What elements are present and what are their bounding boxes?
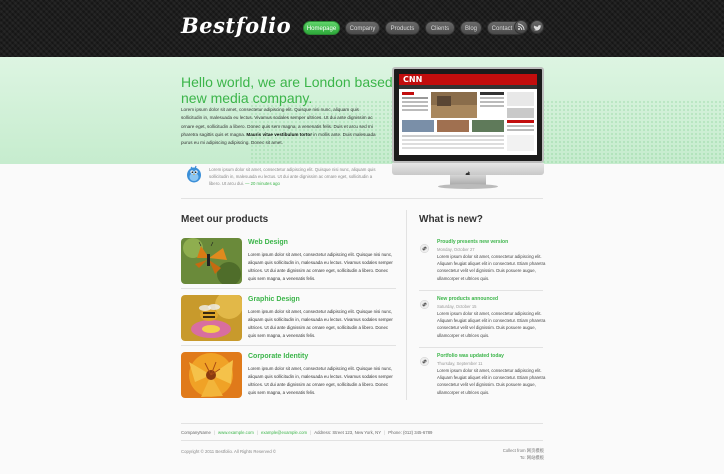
footer-credit-line-1[interactable]: Collect from 网页模板 xyxy=(496,447,544,454)
monitor-mockup: CNN xyxy=(392,67,544,191)
screen-content xyxy=(402,92,534,151)
news-title-3[interactable]: Portfolio was updated today xyxy=(437,353,504,359)
link-icon xyxy=(420,240,429,253)
tweet-time[interactable]: — 20 minutes ago xyxy=(245,181,280,186)
graphic-design-image[interactable] xyxy=(181,295,242,341)
nav-clients[interactable]: Clients xyxy=(425,21,455,35)
footer-company: CompanyName xyxy=(181,430,211,435)
product-text-web-design: Lorem ipsum dolor sit amet, consectetur … xyxy=(248,252,393,281)
column-divider xyxy=(406,210,407,400)
monitor-bezel: CNN xyxy=(392,67,544,163)
apple-logo-icon xyxy=(465,165,471,178)
hero-description: Lorem ipsum dolor sit amet, consectetur … xyxy=(181,106,381,147)
news-heading: What is new? xyxy=(419,214,483,225)
products-heading: Meet our products xyxy=(181,214,269,225)
footer-email-link[interactable]: example@example.com xyxy=(261,430,307,435)
monitor-screen: CNN xyxy=(399,74,537,155)
footer-address: Address: Street 123, New York, NY xyxy=(314,430,382,435)
tweet-body: Lorem ipsum dolor sit amet, consectetur … xyxy=(209,167,376,186)
nav-homepage[interactable]: Homepage xyxy=(303,21,340,35)
hero-heading: Hello world, we are London based new med… xyxy=(181,74,393,106)
footer-separator: | xyxy=(256,430,258,435)
news-text-2: Lorem ipsum dolor sit amet, consectetur … xyxy=(437,311,546,338)
twitter-icon[interactable] xyxy=(530,20,544,34)
product-divider xyxy=(181,288,396,289)
footer-credit: Collect from 网页模板 To: 网站模板 xyxy=(496,447,544,461)
site-logo[interactable]: Bestfolio xyxy=(181,13,291,38)
nav-company[interactable]: Company xyxy=(345,21,380,35)
rss-icon[interactable] xyxy=(514,20,528,34)
corporate-identity-image[interactable] xyxy=(181,352,242,398)
nav-blog[interactable]: Blog xyxy=(460,21,482,35)
news-divider xyxy=(419,290,543,291)
footer-separator: | xyxy=(213,430,215,435)
footer-contact-line: CompanyName | www.example.com | example@exam… xyxy=(181,430,432,435)
news-text-3: Lorem ipsum dolor sit amet, consectetur … xyxy=(437,368,546,395)
news-title-1[interactable]: Proudly presents new version xyxy=(437,239,508,245)
footer-credit-line-2[interactable]: To: 网站模板 xyxy=(496,454,544,461)
hero-text-bold: Mauris vitae vestibulum tortor xyxy=(246,131,312,137)
news-divider xyxy=(419,347,543,348)
news-text-1: Lorem ipsum dolor sit amet, consectetur … xyxy=(437,254,546,281)
product-title-corporate-identity[interactable]: Corporate Identity xyxy=(248,353,308,360)
news-date-1: Monday, October 27 xyxy=(437,247,475,252)
footer-copyright: Copyright © 2011 Bestfolio. All Rights R… xyxy=(181,449,277,454)
footer-website-link[interactable]: www.example.com xyxy=(218,430,254,435)
product-divider xyxy=(181,345,396,346)
web-design-image[interactable] xyxy=(181,238,242,284)
nav-products[interactable]: Products xyxy=(385,21,420,35)
footer-divider xyxy=(181,423,543,424)
main-nav: Homepage Company Products Clients Blog C… xyxy=(303,21,525,35)
screen-site-logo: CNN xyxy=(403,75,423,84)
hero-divider xyxy=(181,198,543,199)
news-date-2: Saturday, October 15 xyxy=(437,304,477,309)
product-text-corporate-identity: Lorem ipsum dolor sit amet, consectetur … xyxy=(248,366,393,395)
news-date-3: Thursday, September 11 xyxy=(437,361,483,366)
monitor-base xyxy=(438,184,498,189)
news-title-2[interactable]: New products announced xyxy=(437,296,498,302)
footer-phone: Phone: (012) 345-6789 xyxy=(388,430,433,435)
product-title-web-design[interactable]: Web Design xyxy=(248,239,288,246)
footer-divider xyxy=(181,440,543,441)
product-text-graphic-design: Lorem ipsum dolor sit amet, consectetur … xyxy=(248,309,393,338)
latest-tweet: Lorem ipsum dolor sit amet, consectetur … xyxy=(209,166,379,187)
product-title-graphic-design[interactable]: Graphic Design xyxy=(248,296,300,303)
link-icon xyxy=(420,353,429,366)
twitter-bird-icon xyxy=(185,164,203,184)
link-icon xyxy=(420,296,429,309)
